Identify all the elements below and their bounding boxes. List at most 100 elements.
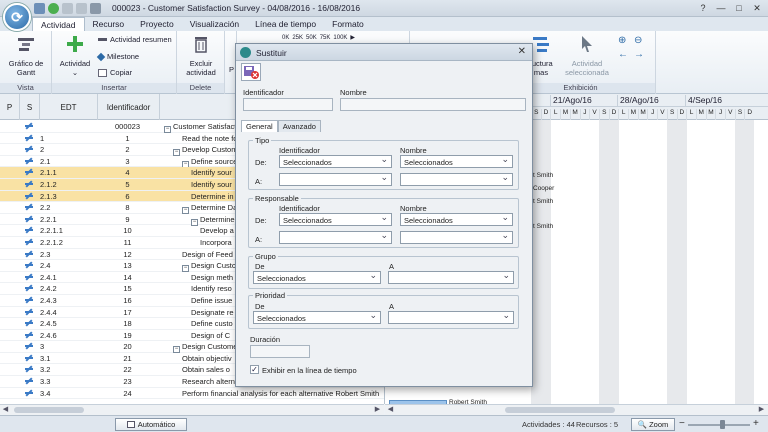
col-header-identificador[interactable]: Identificador [98, 94, 160, 120]
grupo-de-select[interactable]: Seleccionados [253, 271, 381, 284]
zoom-slider-knob[interactable] [720, 420, 725, 429]
resource-label: t Smith [533, 172, 554, 180]
weekend-shade [540, 120, 551, 404]
gantt-scroll-thumb[interactable] [505, 407, 615, 413]
summary-activity-label: Actividad resumen [110, 35, 172, 44]
zoom-minus-icon[interactable]: − [679, 418, 685, 429]
dialog-close-icon[interactable]: ✕ [518, 46, 526, 57]
zoom-in-button[interactable]: ⊕ [618, 35, 626, 46]
cell-id: 21 [123, 353, 132, 363]
tipo-a-id-select[interactable] [279, 173, 392, 186]
close-icon[interactable]: ✕ [750, 2, 764, 14]
refresh-icon[interactable] [48, 3, 59, 14]
task-name: Designate re [191, 307, 234, 317]
milestone-button[interactable]: Milestone [96, 52, 139, 61]
zoom-slider[interactable] [688, 424, 750, 426]
selected-activity-button[interactable]: Actividad seleccionada [562, 34, 612, 77]
scroll-right-button[interactable]: → [634, 49, 644, 60]
gantt-chart-button[interactable]: Gráfico de Gantt [4, 34, 48, 77]
name-field[interactable] [340, 98, 526, 111]
add-activity-button[interactable]: Actividad ⌄ [58, 34, 92, 77]
weekend-shade [744, 120, 755, 404]
tipo-a-name-select[interactable] [400, 173, 513, 186]
play-icon[interactable]: ▶ [350, 34, 355, 41]
scroll-left-button[interactable]: ← [618, 49, 628, 60]
responsable-a-name-select[interactable] [400, 231, 513, 244]
tipo-de-label: De: [255, 158, 267, 167]
col-header-p[interactable]: P [0, 94, 20, 120]
tab-recurso[interactable]: Recurso [85, 17, 133, 31]
cell-id: 9 [125, 214, 130, 224]
p-button[interactable]: P [229, 65, 234, 74]
cell-id: 000023 [114, 122, 141, 131]
responsable-a-id-select[interactable] [279, 231, 392, 244]
zoom-75k[interactable]: 75K [320, 35, 331, 41]
menu-icon[interactable] [90, 3, 101, 14]
tab-proyecto[interactable]: Proyecto [132, 17, 182, 31]
gantt-day-label: L [618, 109, 628, 120]
zoom-25k[interactable]: 25K [292, 35, 303, 41]
redo-icon[interactable] [76, 3, 87, 14]
tipo-de-name-select[interactable]: Seleccionados [400, 155, 513, 168]
tab-formato[interactable]: Formato [324, 17, 372, 31]
duracion-field[interactable] [250, 345, 310, 358]
app-logo[interactable]: ⟳ [3, 3, 31, 31]
cell-id: 13 [123, 261, 132, 271]
zoom-in-icon: ⊕ [618, 35, 627, 46]
id-field[interactable] [243, 98, 333, 111]
tipo-de-id-select[interactable]: Seleccionados [279, 155, 392, 168]
task-name: Obtain objectiv [182, 353, 232, 363]
help-icon[interactable]: ? [696, 2, 710, 14]
task-type-icon [24, 168, 34, 177]
tab-actividad[interactable]: Actividad [32, 17, 85, 31]
responsable-de-name-select[interactable]: Seleccionados [400, 213, 513, 226]
zoom-50k[interactable]: 50K [306, 35, 317, 41]
zoom-percent-strip[interactable]: 0K 25K 50K 75K 100K ▶ [282, 34, 355, 42]
responsable-de-id-select[interactable]: Seleccionados [279, 213, 392, 226]
prioridad-de-select[interactable]: Seleccionados [253, 311, 381, 324]
scroll-right-icon[interactable]: ▶ [372, 405, 383, 415]
table-row[interactable]: 3.4 24 Perform financial analysis for each… [0, 388, 384, 400]
undo-icon[interactable] [62, 3, 73, 14]
responsable-legend: Responsable [253, 194, 301, 203]
zoom-button[interactable]: 🔍 Zoom [631, 418, 675, 431]
task-name: Develop a [200, 226, 234, 236]
tab-linea-de-tiempo[interactable]: Línea de tiempo [247, 17, 324, 31]
grid-scroll-thumb[interactable] [14, 407, 84, 413]
tab-visualizacion[interactable]: Visualización [182, 17, 247, 31]
save-icon[interactable] [34, 3, 45, 14]
grupo-a-select[interactable] [388, 271, 514, 284]
task-type-icon [24, 215, 34, 224]
tab-avanzado[interactable]: Avanzado [277, 120, 321, 132]
scroll-left-icon[interactable]: ◀ [0, 405, 11, 415]
group-label-vista: Vista [0, 83, 51, 93]
zoom-0k[interactable]: 0K [282, 35, 289, 41]
task-type-icon [24, 226, 34, 235]
cell-id: 15 [123, 284, 132, 294]
gantt-scroll-left-icon[interactable]: ◀ [385, 405, 396, 415]
summary-activity-button[interactable]: Actividad resumen [98, 35, 172, 44]
zoom-out-button[interactable]: ⊖ [634, 35, 642, 46]
zoom-plus-icon[interactable]: + [753, 418, 759, 429]
cell-edt: 2.3 [40, 249, 51, 259]
grid-hscroll[interactable]: ◀ ▶ [0, 404, 384, 415]
automatic-button[interactable]: Automático [115, 418, 187, 431]
col-header-s[interactable]: S [20, 94, 40, 120]
window-controls: ? — □ ✕ [696, 2, 764, 14]
gantt-scroll-right-icon[interactable]: ▶ [756, 405, 767, 415]
replace-run-button[interactable] [241, 63, 261, 81]
exclude-activity-button[interactable]: Excluir actividad [180, 34, 222, 77]
task-type-icon [24, 250, 34, 259]
cell-edt: 1 [40, 133, 45, 143]
task-type-icon [24, 284, 34, 293]
gantt-hscroll[interactable]: ◀ ▶ [385, 404, 768, 415]
exhibir-checkbox[interactable]: ✓ [250, 365, 259, 374]
copy-button[interactable]: Copiar [98, 68, 132, 77]
prioridad-a-select[interactable] [388, 311, 514, 324]
col-header-edt[interactable]: EDT [40, 94, 98, 120]
tab-general[interactable]: General [241, 120, 278, 132]
replace-dialog: Sustituir ✕ Identificador Nombre General… [235, 43, 533, 387]
maximize-icon[interactable]: □ [732, 2, 746, 14]
zoom-100k[interactable]: 100K [333, 35, 347, 41]
minimize-icon[interactable]: — [714, 2, 728, 14]
